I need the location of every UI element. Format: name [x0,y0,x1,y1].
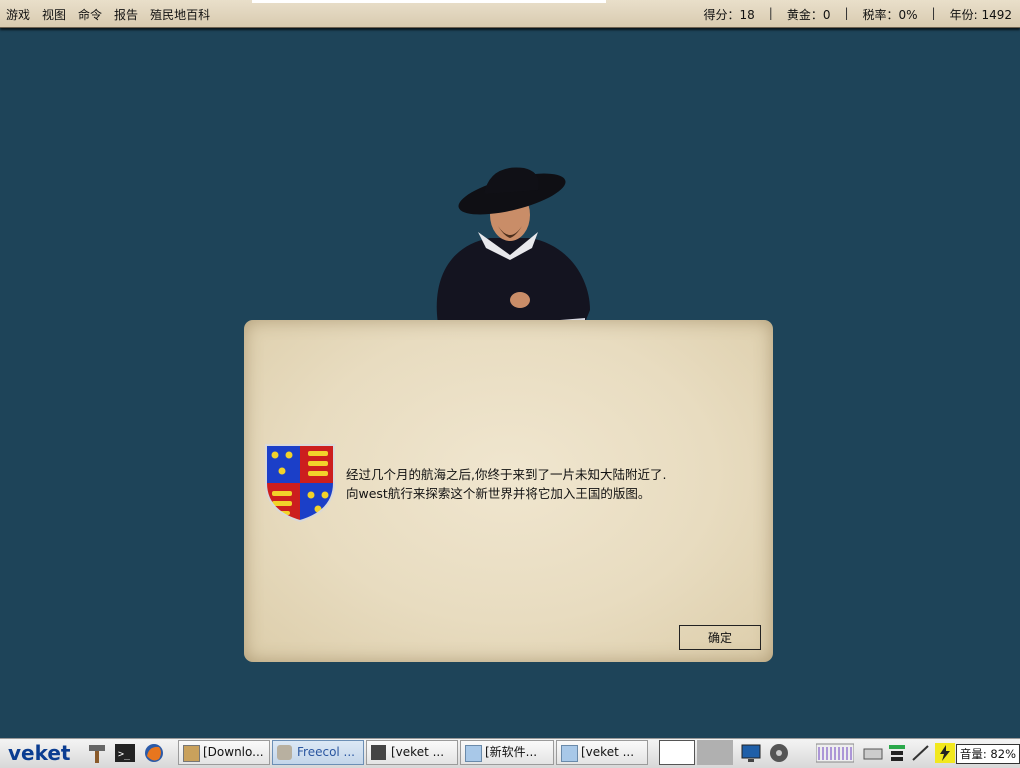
task-label: [Downlo... [203,745,264,759]
start-menu-button[interactable]: veket [8,741,71,765]
menu-report[interactable]: 报告 [114,6,138,23]
window-icon [183,745,200,762]
terminal-icon[interactable]: >_ [114,742,136,764]
taskbar: veket >_ [Downlo... Freecol ... [veket .… [0,738,1020,768]
keyboard-icon[interactable] [862,742,884,764]
task-label: [新软件... [485,745,538,759]
terminal-icon [371,745,386,760]
monitor-icon[interactable] [740,742,762,764]
separator: | [931,6,936,20]
cable-icon[interactable] [910,742,932,764]
desktop-pager-1[interactable] [659,740,695,765]
svg-text:>_: >_ [118,749,131,760]
desktop-pager-2[interactable] [697,740,733,765]
cpu-graph-icon [816,743,854,763]
hammer-icon[interactable] [86,742,108,764]
dialog-message: 经过几个月的航海之后,你终于来到了一片未知大陆附近了.向west航行来探索这个新… [346,467,667,501]
separator: | [844,6,849,20]
folder-icon [561,745,578,762]
score-label: 得分：18 [703,8,755,22]
task-downloads[interactable]: [Downlo... [178,740,270,765]
separator: | [768,6,773,20]
task-veket-terminal[interactable]: [veket ... [366,740,458,765]
year-label: 年份: 1492 [949,8,1012,22]
menu-list: 游戏 视图 命令 报告 殖民地百科 [6,6,210,23]
task-label: [veket ... [391,745,445,759]
volume-indicator[interactable]: 音量: 82% [955,744,1020,764]
ok-button[interactable]: 确定 [679,625,761,650]
status-info: 得分：18 | 黄金：0 | 税率：0% | 年份: 1492 [703,6,1012,23]
coat-of-arms-icon [265,444,335,523]
freecol-icon [277,745,292,760]
task-label: Freecol ... [297,745,355,759]
menu-view[interactable]: 视图 [42,6,66,23]
menu-orders[interactable]: 命令 [78,6,102,23]
tax-label: 税率：0% [862,8,918,22]
task-label: [veket ... [581,745,635,759]
menu-colopedia[interactable]: 殖民地百科 [150,6,210,23]
gold-label: 黄金：0 [786,8,831,22]
task-veket-folder[interactable]: [veket ... [556,740,648,765]
menu-game[interactable]: 游戏 [6,6,30,23]
folder-icon [465,745,482,762]
menu-bar: 游戏 视图 命令 报告 殖民地百科 得分：18 | 黄金：0 | 税率：0% |… [0,0,1020,28]
network-icon[interactable] [886,742,908,764]
power-icon[interactable] [934,742,956,764]
firefox-icon[interactable] [143,742,165,764]
menubar-highlight [252,0,606,3]
disc-icon[interactable] [768,742,790,764]
task-freecol[interactable]: Freecol ... [272,740,364,765]
task-new-software[interactable]: [新软件... [460,740,554,765]
